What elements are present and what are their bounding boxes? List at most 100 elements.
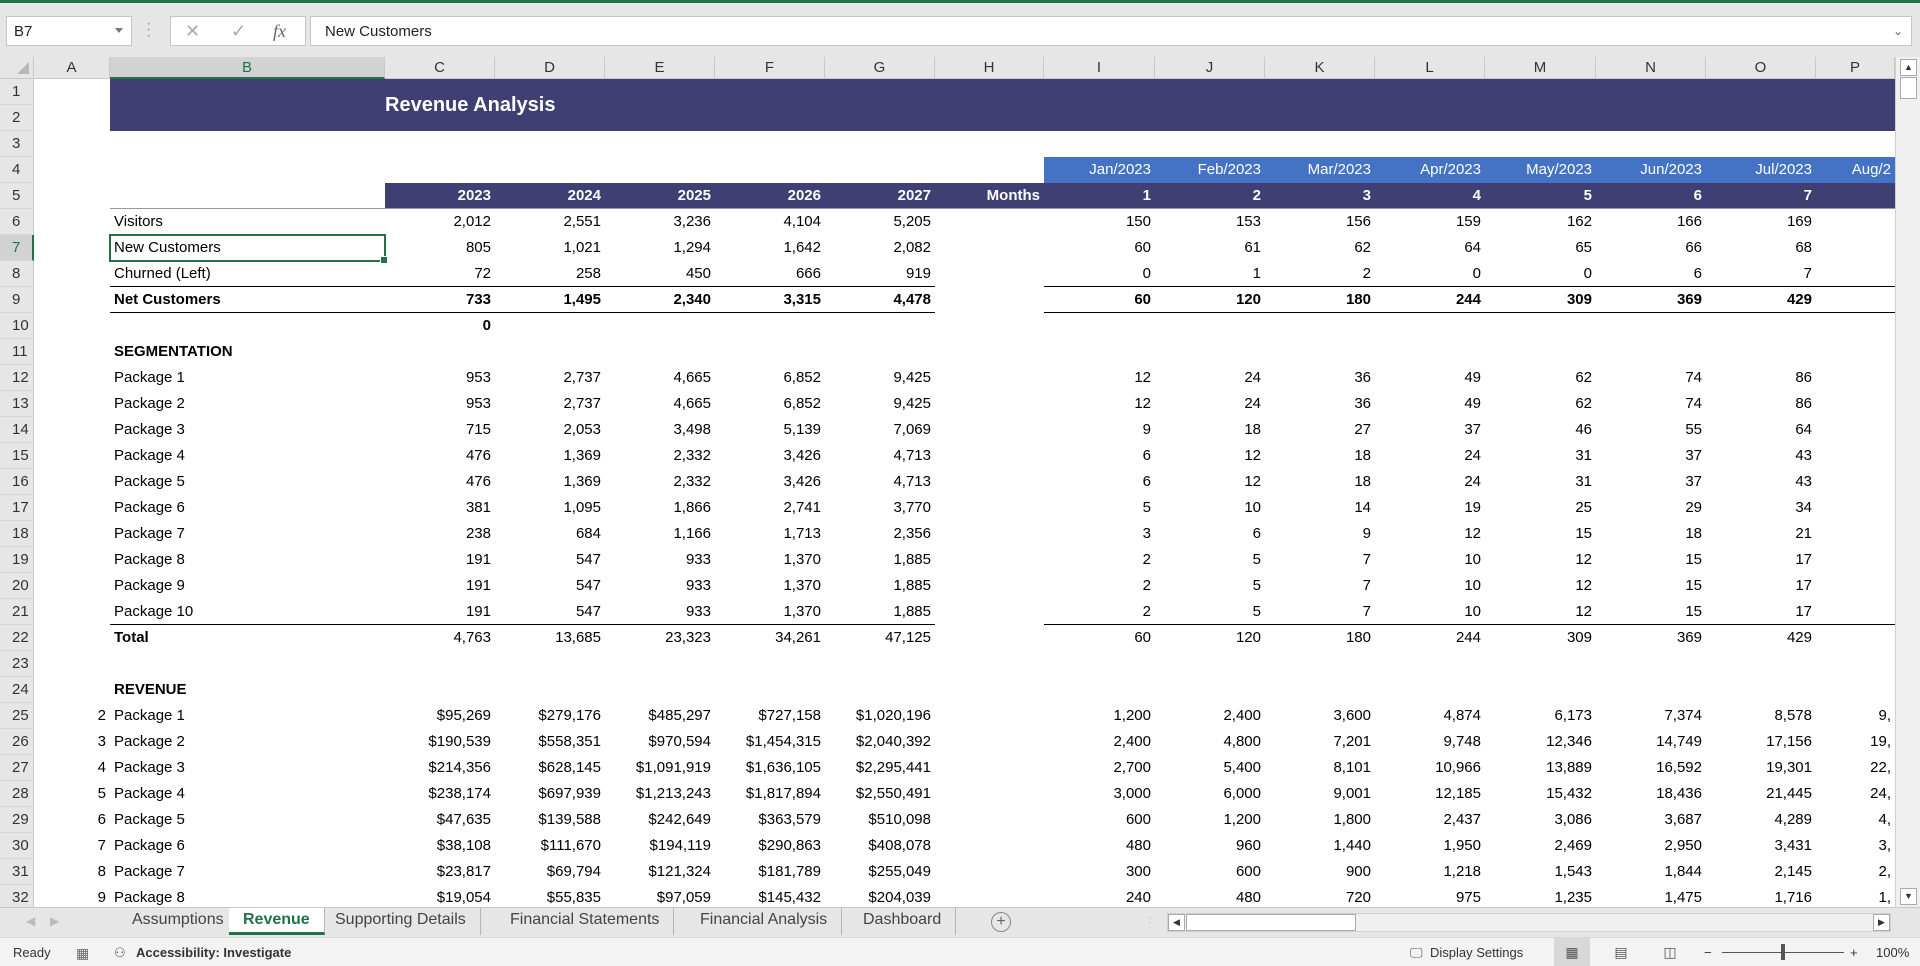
annual-value[interactable]: $2,295,441	[825, 755, 935, 781]
package-label[interactable]: Package 7	[110, 521, 385, 547]
row10-value[interactable]: 0	[385, 313, 495, 339]
annual-value[interactable]: 4,763	[385, 625, 495, 651]
annual-value[interactable]: 2,340	[605, 287, 715, 313]
month-date-header[interactable]: May/2023	[1485, 157, 1596, 183]
monthly-value[interactable]: 5	[1155, 547, 1265, 573]
row-header-18[interactable]: 18	[0, 521, 34, 547]
monthly-value[interactable]: 29	[1596, 495, 1706, 521]
row-header-21[interactable]: 21	[0, 599, 34, 625]
row-header-13[interactable]: 13	[0, 391, 34, 417]
monthly-value[interactable]: 0	[1044, 261, 1155, 287]
annual-value[interactable]: 2,741	[715, 495, 825, 521]
monthly-value[interactable]: 309	[1485, 287, 1596, 313]
monthly-value[interactable]: 15,432	[1485, 781, 1596, 807]
monthly-value[interactable]: 480	[1044, 833, 1155, 859]
annual-value[interactable]: 666	[715, 261, 825, 287]
month-date-header[interactable]: Aug/2	[1816, 157, 1895, 183]
annual-value[interactable]: 2,551	[495, 209, 605, 235]
annual-value[interactable]: $23,817	[385, 859, 495, 885]
select-all-button[interactable]	[0, 57, 34, 79]
monthly-value[interactable]: 7	[1265, 599, 1375, 625]
row-header-14[interactable]: 14	[0, 417, 34, 443]
sheet-tab-assumptions[interactable]: Assumptions	[118, 908, 239, 935]
monthly-value[interactable]: 36	[1265, 365, 1375, 391]
monthly-value[interactable]: 36	[1265, 391, 1375, 417]
annual-value[interactable]: 3,236	[605, 209, 715, 235]
monthly-value[interactable]: 3,687	[1596, 807, 1706, 833]
annual-value[interactable]: 715	[385, 417, 495, 443]
monthly-value[interactable]: 86	[1706, 391, 1816, 417]
monthly-value[interactable]: 1,475	[1596, 885, 1706, 907]
row-header-6[interactable]: 6	[0, 209, 34, 235]
monthly-value[interactable]: 10	[1375, 599, 1485, 625]
revenue-index[interactable]: 8	[34, 859, 110, 885]
monthly-value[interactable]: 6	[1155, 521, 1265, 547]
row-header-16[interactable]: 16	[0, 469, 34, 495]
monthly-value[interactable]: 1,800	[1265, 807, 1375, 833]
package-label[interactable]: Package 10	[110, 599, 385, 625]
monthly-value[interactable]: 3,086	[1485, 807, 1596, 833]
segmentation-header[interactable]: SEGMENTATION	[110, 339, 385, 365]
monthly-value[interactable]: 18	[1265, 469, 1375, 495]
column-header-l[interactable]: L	[1375, 57, 1485, 79]
annual-value[interactable]: 1,370	[715, 547, 825, 573]
annual-value[interactable]: $1,213,243	[605, 781, 715, 807]
sheet-tab-dashboard[interactable]: Dashboard	[849, 908, 957, 935]
tab-split-grip-icon[interactable]: · · ·	[1148, 911, 1152, 933]
monthly-value[interactable]: 600	[1044, 807, 1155, 833]
annual-value[interactable]: $2,040,392	[825, 729, 935, 755]
monthly-value[interactable]: 162	[1485, 209, 1596, 235]
annual-value[interactable]: 47,125	[825, 625, 935, 651]
annual-value[interactable]: $1,636,105	[715, 755, 825, 781]
annual-value[interactable]: 2,332	[605, 443, 715, 469]
package-label[interactable]: Package 3	[110, 417, 385, 443]
monthly-value[interactable]: 5,400	[1155, 755, 1265, 781]
column-header-m[interactable]: M	[1485, 57, 1596, 79]
row-header-25[interactable]: 25	[0, 703, 34, 729]
column-header-p[interactable]: P	[1816, 57, 1895, 79]
monthly-value[interactable]: 10	[1155, 495, 1265, 521]
monthly-value[interactable]: 720	[1265, 885, 1375, 907]
annual-value[interactable]: 34,261	[715, 625, 825, 651]
row-header-10[interactable]: 10	[0, 313, 34, 339]
monthly-value[interactable]: 166	[1596, 209, 1706, 235]
monthly-value[interactable]: 2	[1044, 599, 1155, 625]
annual-value[interactable]: 2,053	[495, 417, 605, 443]
monthly-value[interactable]: 244	[1375, 625, 1485, 651]
annual-value[interactable]: $255,049	[825, 859, 935, 885]
monthly-value[interactable]: 1,950	[1375, 833, 1485, 859]
row-header-15[interactable]: 15	[0, 443, 34, 469]
package-label[interactable]: Package 1	[110, 365, 385, 391]
net-customers-label[interactable]: Net Customers	[110, 287, 385, 313]
monthly-value[interactable]: 10	[1375, 573, 1485, 599]
monthly-value[interactable]: 14,749	[1596, 729, 1706, 755]
monthly-value[interactable]: 369	[1596, 625, 1706, 651]
annual-value[interactable]: 191	[385, 573, 495, 599]
column-header-k[interactable]: K	[1265, 57, 1375, 79]
month-date-header[interactable]: Mar/2023	[1265, 157, 1375, 183]
monthly-value[interactable]: 22,	[1816, 755, 1895, 781]
accessibility-icon[interactable]: ⚇	[114, 945, 126, 961]
annual-value[interactable]: 1,294	[605, 235, 715, 261]
monthly-value[interactable]: 64	[1706, 417, 1816, 443]
annual-value[interactable]: 3,770	[825, 495, 935, 521]
row-header-23[interactable]: 23	[0, 651, 34, 677]
row-header-9[interactable]: 9	[0, 287, 34, 313]
annual-value[interactable]: 1,885	[825, 599, 935, 625]
monthly-value[interactable]: 3,000	[1044, 781, 1155, 807]
monthly-value[interactable]: 3,	[1816, 833, 1895, 859]
monthly-value[interactable]: 21	[1706, 521, 1816, 547]
annual-value[interactable]: $510,098	[825, 807, 935, 833]
annual-value[interactable]: 3,426	[715, 443, 825, 469]
monthly-value[interactable]: 2	[1265, 261, 1375, 287]
monthly-value[interactable]: 0	[1375, 261, 1485, 287]
monthly-value[interactable]: 2,950	[1596, 833, 1706, 859]
monthly-value[interactable]: 17	[1706, 573, 1816, 599]
year-header[interactable]: 2027	[825, 183, 935, 209]
monthly-value[interactable]: 1,716	[1706, 885, 1816, 907]
monthly-value[interactable]: 2,400	[1155, 703, 1265, 729]
monthly-value[interactable]: 15	[1596, 573, 1706, 599]
row-header-29[interactable]: 29	[0, 807, 34, 833]
monthly-value[interactable]: 9,001	[1265, 781, 1375, 807]
monthly-value[interactable]: 17,156	[1706, 729, 1816, 755]
